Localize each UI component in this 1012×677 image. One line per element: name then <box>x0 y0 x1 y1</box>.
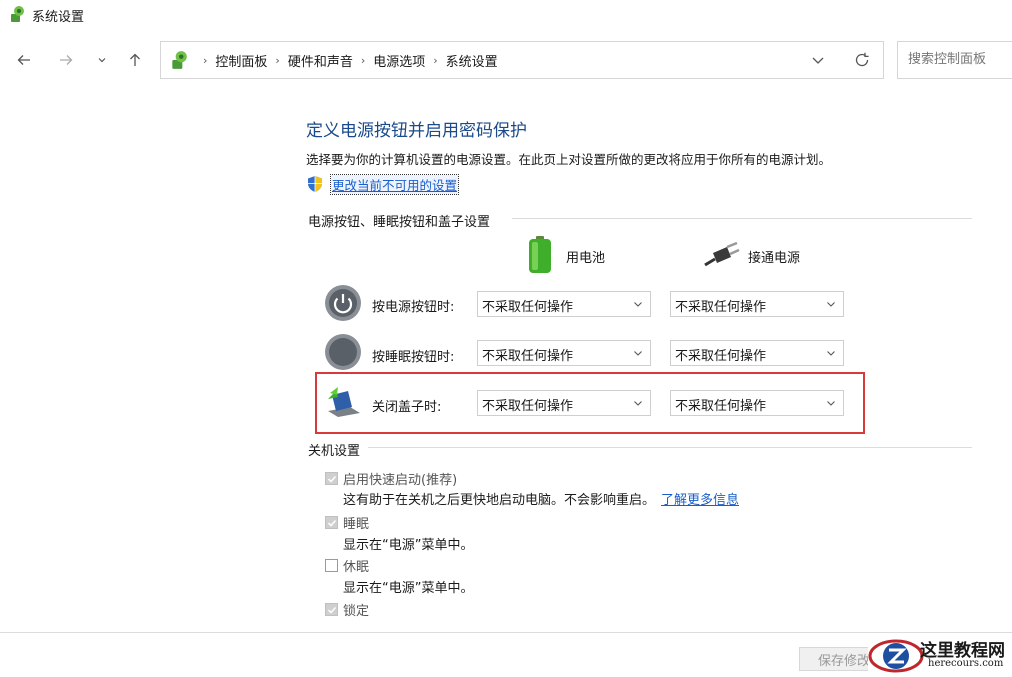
battery-column-label: 用电池 <box>566 251 606 266</box>
change-unavailable-settings-link[interactable]: 更改当前不可用的设置 <box>329 174 460 195</box>
select-value: 不采取任何操作 <box>675 399 767 414</box>
search-input[interactable] <box>906 51 1012 68</box>
breadcrumb-control-panel[interactable]: 控制面板 <box>215 51 267 70</box>
power-button-battery-select[interactable]: 不采取任何操作 <box>477 291 651 317</box>
control-panel-icon <box>11 6 24 22</box>
fast-startup-label: 启用快速启动(推荐) <box>343 473 458 488</box>
sleep-checkbox[interactable] <box>325 516 338 529</box>
lock-label: 锁定 <box>343 604 370 619</box>
arrow-up-icon <box>130 53 140 66</box>
section-divider <box>512 218 972 219</box>
select-value: 不采取任何操作 <box>675 300 767 315</box>
lid-close-battery-select[interactable]: 不采取任何操作 <box>477 390 651 416</box>
sleep-button-battery-select[interactable]: 不采取任何操作 <box>477 340 651 366</box>
power-button-label: 按电源按钮时: <box>372 300 455 315</box>
chevron-down-icon <box>634 351 642 356</box>
power-button-icon <box>325 285 361 321</box>
breadcrumb-hardware-sound[interactable]: 硬件和声音 <box>288 51 353 70</box>
lock-checkbox[interactable] <box>325 603 338 616</box>
footer-divider <box>0 632 1012 633</box>
sleep-button-plugged-select[interactable]: 不采取任何操作 <box>670 340 844 366</box>
battery-icon <box>529 236 551 273</box>
chevron-right-icon: › <box>433 53 438 67</box>
search-box[interactable] <box>897 41 1012 79</box>
lid-close-plugged-select[interactable]: 不采取任何操作 <box>670 390 844 416</box>
breadcrumb-system-settings[interactable]: 系统设置 <box>446 51 498 70</box>
chevron-down-icon <box>634 401 642 406</box>
page-title: 定义电源按钮并启用密码保护 <box>306 121 527 141</box>
chevron-right-icon: › <box>360 53 366 67</box>
select-value: 不采取任何操作 <box>675 349 767 364</box>
select-value: 不采取任何操作 <box>482 349 574 364</box>
breadcrumb: › 控制面板 › 硬件和声音 › 电源选项 › 系统设置 <box>169 42 498 78</box>
plugged-in-column-label: 接通电源 <box>748 251 801 266</box>
power-button-plugged-select[interactable]: 不采取任何操作 <box>670 291 844 317</box>
window-title: 系统设置 <box>32 10 85 25</box>
address-bar[interactable]: › 控制面板 › 硬件和声音 › 电源选项 › 系统设置 <box>160 41 884 79</box>
sleep-button-icon <box>325 334 361 370</box>
recent-locations-button[interactable] <box>88 46 116 74</box>
watermark-logo: 这里教程网 herecours.com <box>868 634 1012 677</box>
uac-shield-icon <box>308 176 322 192</box>
watermark-url: herecours.com <box>928 658 1004 669</box>
fast-startup-description: 这有助于在关机之后更快地启动电脑。不会影响重启。 了解更多信息 <box>343 489 739 508</box>
chevron-down-icon <box>98 58 106 63</box>
hibernate-checkbox[interactable] <box>325 559 338 572</box>
chevron-down-icon <box>827 351 835 356</box>
power-plug-icon <box>704 241 740 267</box>
arrow-right-icon <box>60 55 73 65</box>
fast-startup-desc-text: 这有助于在关机之后更快地启动电脑。不会影响重启。 <box>343 493 656 508</box>
breadcrumb-power-options[interactable]: 电源选项 <box>373 51 425 70</box>
hibernate-description: 显示在“电源”菜单中。 <box>343 581 474 596</box>
fast-startup-checkbox[interactable] <box>325 472 338 485</box>
shutdown-section-title: 关机设置 <box>308 444 361 459</box>
laptop-lid-icon <box>328 387 360 417</box>
control-panel-icon <box>172 51 187 69</box>
section-divider <box>368 447 972 448</box>
watermark-emblem-icon <box>868 639 924 673</box>
lid-close-label: 关闭盖子时: <box>372 400 442 415</box>
forward-button[interactable] <box>52 46 80 74</box>
chevron-down-icon <box>827 401 835 406</box>
checkmark-icon <box>327 475 337 483</box>
checkmark-icon <box>327 606 337 614</box>
hibernate-label: 休眠 <box>343 560 370 575</box>
chevron-down-icon <box>634 302 642 307</box>
refresh-icon[interactable] <box>853 51 871 69</box>
chevron-right-icon: › <box>203 53 208 67</box>
sleep-button-label: 按睡眠按钮时: <box>372 350 455 365</box>
sleep-description: 显示在“电源”菜单中。 <box>343 538 474 553</box>
address-dropdown-icon[interactable] <box>809 51 827 69</box>
sleep-label: 睡眠 <box>343 517 370 532</box>
title-bar: 系统设置 <box>0 0 1012 30</box>
chevron-down-icon <box>827 302 835 307</box>
learn-more-link[interactable]: 了解更多信息 <box>661 493 739 508</box>
up-button[interactable] <box>121 46 149 74</box>
select-value: 不采取任何操作 <box>482 300 574 315</box>
power-section-title: 电源按钮、睡眠按钮和盖子设置 <box>308 215 491 230</box>
checkmark-icon <box>327 519 337 527</box>
page-description: 选择要为你的计算机设置的电源设置。在此页上对设置所做的更改将应用于你所有的电源计… <box>306 152 832 167</box>
back-button[interactable] <box>10 46 38 74</box>
select-value: 不采取任何操作 <box>482 399 574 414</box>
arrow-left-icon <box>17 55 30 65</box>
chevron-right-icon: › <box>275 53 280 67</box>
